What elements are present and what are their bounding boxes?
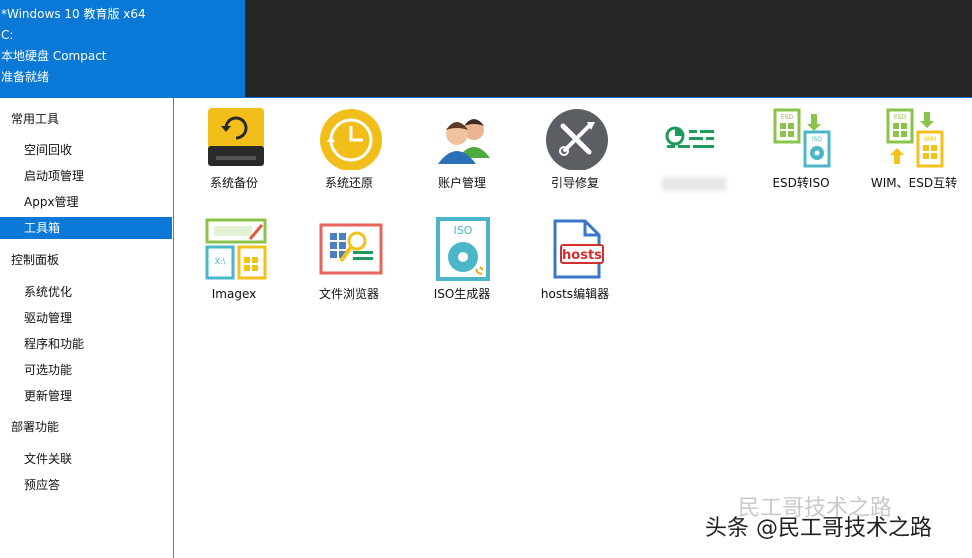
iso-label-text: ISO bbox=[812, 136, 823, 143]
iso-label-text: ISO bbox=[454, 224, 473, 237]
tool-imagex[interactable]: X:\ Imagex bbox=[176, 211, 292, 301]
sidebar-group-deploy[interactable]: 部署功能 bbox=[11, 419, 59, 435]
tool-hosts-editor[interactable]: hosts hosts编辑器 bbox=[517, 211, 633, 301]
tool-boot-repair[interactable]: 引导修复 bbox=[517, 100, 633, 190]
sidebar-group-common-tools[interactable]: 常用工具 bbox=[11, 111, 59, 127]
sidebar-item-appx-manager[interactable]: Appx管理 bbox=[0, 191, 172, 213]
tool-label: WIM、ESD互转 bbox=[870, 176, 958, 190]
sidebar-item-file-association[interactable]: 文件关联 bbox=[0, 448, 172, 470]
tool-file-browser[interactable]: 文件浏览器 bbox=[291, 211, 407, 301]
sidebar-item-programs-features[interactable]: 程序和功能 bbox=[0, 333, 172, 355]
tool-label: 文件浏览器 bbox=[318, 287, 379, 301]
sidebar-item-startup-manager[interactable]: 启动项管理 bbox=[0, 165, 172, 187]
sidebar-item-space-reclaim[interactable]: 空间回收 bbox=[0, 139, 172, 161]
tool-unnamed-settings[interactable] bbox=[630, 100, 746, 191]
tool-label: 系统还原 bbox=[324, 176, 373, 190]
backup-drive-icon bbox=[208, 108, 264, 166]
tool-account-manager[interactable]: 账户管理 bbox=[404, 100, 520, 190]
watermark-text: 头条 @民工哥技术之路 bbox=[705, 516, 932, 541]
tool-system-restore[interactable]: 系统还原 bbox=[291, 100, 407, 190]
iso-disc-icon: ISO bbox=[436, 217, 490, 281]
users-icon bbox=[438, 119, 490, 164]
wim-esd-convert-icon: ESD WIM bbox=[886, 108, 944, 168]
tool-label: Imagex bbox=[211, 287, 257, 301]
list-settings-icon bbox=[665, 126, 714, 148]
drive-letter-text: C: bbox=[1, 28, 14, 42]
os-version-text: *Windows 10 教育版 x64 bbox=[1, 7, 146, 21]
tool-iso-generator[interactable]: ISO ISO生成器 bbox=[404, 211, 520, 301]
esd-to-iso-icon: ESD ISO bbox=[773, 108, 831, 168]
sidebar-item-system-optimize[interactable]: 系统优化 bbox=[0, 281, 172, 303]
tool-label: ESD转ISO bbox=[772, 176, 830, 190]
sidebar-item-driver-manager[interactable]: 驱动管理 bbox=[0, 307, 172, 329]
status-text: 准备就绪 bbox=[1, 70, 50, 84]
sidebar-item-update-manager[interactable]: 更新管理 bbox=[0, 385, 172, 407]
drive-type-text: 本地硬盘 Compact bbox=[1, 49, 107, 63]
tool-label: hosts编辑器 bbox=[540, 287, 610, 301]
sidebar-item-toolbox[interactable]: 工具箱 bbox=[0, 217, 172, 239]
tool-label: 引导修复 bbox=[550, 176, 599, 190]
wim-label-text: WIM bbox=[924, 136, 937, 143]
restore-clock-icon bbox=[320, 109, 382, 170]
svg-text:X:\: X:\ bbox=[215, 257, 226, 266]
tool-label: 账户管理 bbox=[437, 176, 486, 190]
imagex-icon: X:\ bbox=[205, 218, 267, 280]
status-info-panel: *Windows 10 教育版 x64 C: 本地硬盘 Compact 准备就绪 bbox=[0, 0, 245, 98]
hosts-label-text: hosts bbox=[562, 248, 602, 263]
wrench-screwdriver-icon bbox=[546, 109, 608, 170]
sidebar: 常用工具 空间回收 启动项管理 Appx管理 工具箱 控制面板 系统优化 驱动管… bbox=[0, 98, 174, 558]
tool-system-backup[interactable]: 系统备份 bbox=[176, 100, 292, 190]
tool-label: 系统备份 bbox=[209, 176, 258, 190]
sidebar-group-control-panel[interactable]: 控制面板 bbox=[11, 252, 59, 268]
tool-esd-to-iso[interactable]: ESD ISO ESD转ISO bbox=[743, 100, 859, 190]
header-dark-area bbox=[245, 0, 972, 97]
tool-wim-esd-convert[interactable]: ESD WIM WIM、ESD互转 bbox=[856, 100, 972, 190]
header-divider bbox=[174, 97, 972, 98]
hosts-file-icon: hosts bbox=[553, 219, 604, 279]
esd-label-text: ESD bbox=[894, 114, 907, 121]
file-browser-icon bbox=[319, 223, 383, 275]
tool-label: ISO生成器 bbox=[433, 287, 491, 301]
sidebar-item-pre-answer[interactable]: 预应答 bbox=[0, 474, 172, 496]
sidebar-item-optional-features[interactable]: 可选功能 bbox=[0, 359, 172, 381]
esd-label-text: ESD bbox=[781, 114, 794, 121]
blurred-label bbox=[662, 177, 726, 191]
